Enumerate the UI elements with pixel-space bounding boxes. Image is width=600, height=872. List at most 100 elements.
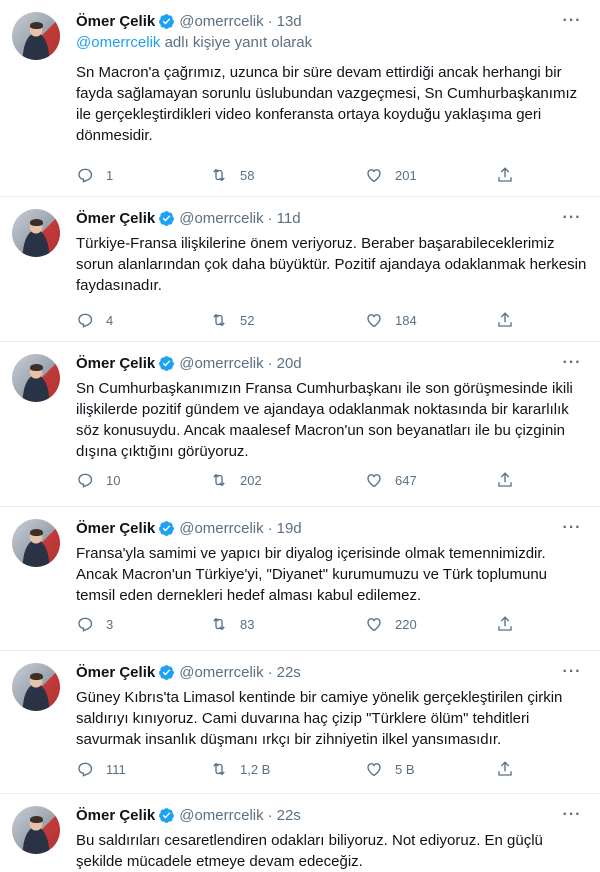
more-options-icon[interactable]: ··· [560, 207, 584, 229]
reply-button[interactable]: 3 [76, 612, 113, 636]
share-icon [498, 167, 512, 182]
verified-badge-icon [158, 520, 175, 537]
avatar[interactable] [12, 209, 60, 257]
author-name[interactable]: Ömer Çelik [76, 210, 155, 227]
reply-context-text: adlı kişiye yanıt olarak [160, 34, 313, 51]
tweet-actions: 10 202 647 [76, 468, 590, 492]
reply-count: 3 [106, 616, 114, 632]
timestamp[interactable]: 19d [277, 520, 302, 537]
separator-dot: · [267, 663, 273, 681]
author-name[interactable]: Ömer Çelik [76, 807, 155, 824]
heart-icon [367, 618, 381, 632]
tweet[interactable]: Ömer Çelik @omerrcelik · 11d ··· Türkiye… [0, 197, 600, 342]
more-options-icon[interactable]: ··· [560, 352, 584, 374]
reply-count: 10 [106, 472, 121, 488]
tweet-header: Ömer Çelik @omerrcelik · 19d ··· [76, 517, 588, 539]
reply-button[interactable]: 10 [76, 468, 120, 492]
like-button[interactable]: 647 [365, 468, 417, 492]
avatar[interactable] [12, 663, 60, 711]
like-button[interactable]: 220 [365, 612, 417, 636]
retweet-count: 58 [240, 167, 255, 183]
author-handle[interactable]: @omerrcelik [179, 807, 263, 824]
like-button[interactable]: 201 [365, 163, 417, 187]
share-icon [498, 616, 512, 631]
like-count: 184 [395, 312, 417, 328]
retweet-button[interactable]: 1,2 B [210, 757, 270, 781]
retweet-button[interactable]: 52 [210, 308, 254, 332]
verified-badge-icon [158, 355, 175, 372]
avatar[interactable] [12, 519, 60, 567]
timestamp[interactable]: 11d [277, 210, 301, 227]
tweet-text: Güney Kıbrıs'ta Limasol kentinde bir cam… [76, 689, 563, 748]
avatar[interactable] [12, 354, 60, 402]
tweet-text: Sn Macron'a çağrımız, uzunca bir süre de… [76, 64, 578, 144]
more-options-icon[interactable]: ··· [560, 661, 584, 683]
share-button[interactable] [496, 308, 514, 332]
author-handle[interactable]: @omerrcelik [179, 664, 263, 681]
retweet-icon [213, 473, 225, 487]
verified-badge-icon [158, 13, 175, 30]
share-icon [498, 761, 512, 776]
reply-button[interactable]: 111 [76, 757, 126, 781]
retweet-icon [213, 617, 225, 631]
avatar[interactable] [12, 806, 60, 854]
heart-icon [367, 474, 381, 488]
reply-count: 1 [106, 167, 114, 183]
more-options-icon[interactable]: ··· [560, 10, 584, 32]
author-handle[interactable]: @omerrcelik [179, 210, 263, 227]
retweet-button[interactable]: 202 [210, 468, 262, 492]
tweet[interactable]: Ömer Çelik @omerrcelik · 13d ··· @omerrc… [0, 0, 600, 197]
share-button[interactable] [496, 612, 514, 636]
reply-button[interactable]: 1 [76, 163, 113, 187]
timestamp[interactable]: 20d [277, 355, 302, 372]
author-name[interactable]: Ömer Çelik [76, 355, 155, 372]
author-name[interactable]: Ömer Çelik [76, 13, 155, 30]
retweet-count: 1,2 B [240, 761, 271, 777]
heart-icon [367, 169, 381, 183]
author-name[interactable]: Ömer Çelik [76, 664, 155, 681]
share-button[interactable] [496, 468, 514, 492]
verified-badge-icon [158, 664, 175, 681]
author-handle[interactable]: @omerrcelik [179, 520, 263, 537]
reply-mention-link[interactable]: @omerrcelik [76, 34, 160, 51]
more-options-icon[interactable]: ··· [560, 804, 584, 826]
share-button[interactable] [496, 163, 514, 187]
tweet-header: Ömer Çelik @omerrcelik · 20d ··· [76, 352, 588, 374]
heart-icon [367, 763, 381, 777]
like-count: 647 [395, 472, 417, 488]
author-handle[interactable]: @omerrcelik [179, 13, 263, 30]
share-button[interactable] [496, 757, 514, 781]
timestamp[interactable]: 13d [277, 13, 302, 30]
tweet-actions: 3 83 220 [76, 612, 590, 636]
share-icon [498, 472, 512, 487]
reply-button[interactable]: 4 [76, 308, 113, 332]
tweet[interactable]: Ömer Çelik @omerrcelik · 22s ··· Güney K… [0, 651, 600, 794]
tweet[interactable]: Ömer Çelik @omerrcelik · 20d ··· Sn Cumh… [0, 342, 600, 507]
share-icon [498, 312, 512, 327]
author-name[interactable]: Ömer Çelik [76, 520, 155, 537]
like-count: 5 B [395, 761, 415, 777]
tweet[interactable]: Ömer Çelik @omerrcelik · 22s ··· Bu sald… [0, 794, 600, 871]
tweet-text: Türkiye-Fransa ilişkilerine önem veriyor… [76, 235, 587, 294]
author-handle[interactable]: @omerrcelik [179, 355, 263, 372]
like-button[interactable]: 184 [365, 308, 417, 332]
retweet-button[interactable]: 58 [210, 163, 254, 187]
retweet-icon [213, 762, 225, 776]
reply-count: 4 [106, 312, 114, 328]
more-options-icon[interactable]: ··· [560, 517, 584, 539]
separator-dot: · [267, 354, 273, 372]
heart-icon [367, 314, 381, 328]
separator-dot: · [267, 519, 273, 537]
tweet-header: Ömer Çelik @omerrcelik · 11d ··· [76, 207, 588, 229]
tweet[interactable]: Ömer Çelik @omerrcelik · 19d ··· Fransa'… [0, 507, 600, 651]
tweet-actions: 1 58 201 [76, 163, 590, 187]
retweet-count: 52 [240, 312, 255, 328]
retweet-button[interactable]: 83 [210, 612, 254, 636]
avatar[interactable] [12, 12, 60, 60]
like-button[interactable]: 5 B [365, 757, 415, 781]
separator-dot: · [267, 209, 273, 227]
timestamp[interactable]: 22s [277, 664, 301, 681]
timestamp[interactable]: 22s [277, 807, 301, 824]
tweet-header: Ömer Çelik @omerrcelik · 22s ··· [76, 661, 588, 683]
reply-icon [78, 617, 93, 632]
